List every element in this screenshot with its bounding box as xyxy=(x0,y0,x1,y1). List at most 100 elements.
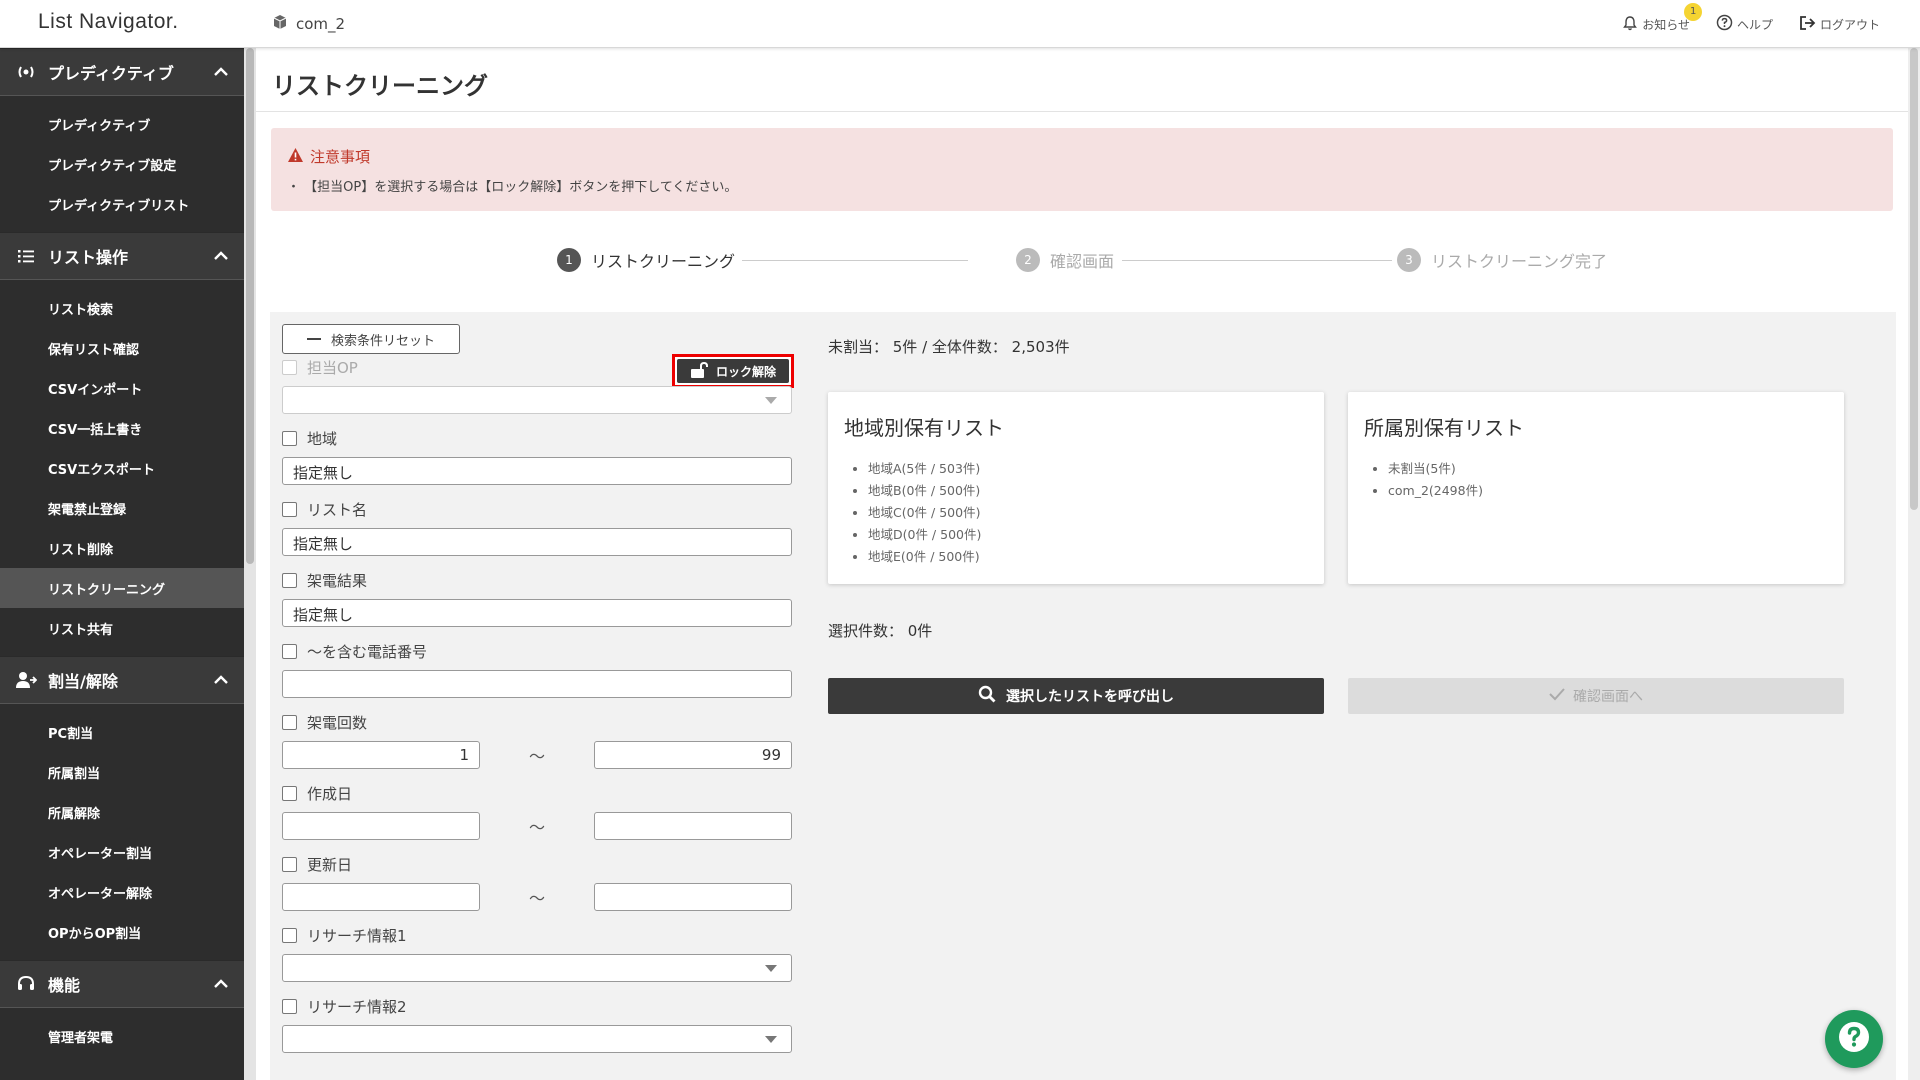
filter-call-count: 架電回数 1 〜 99 xyxy=(282,711,792,769)
filter-research2: リサーチ情報2 xyxy=(282,995,792,1053)
sidebar-item-predictive-settings[interactable]: プレディクティブ設定 xyxy=(0,144,244,184)
created-date-checkbox[interactable] xyxy=(282,785,297,801)
confirm-label: 確認画面へ xyxy=(1573,689,1643,705)
phone-contains-checkbox[interactable] xyxy=(282,643,297,659)
field-label: 担当OP xyxy=(307,358,358,377)
assignee-op-select[interactable] xyxy=(282,386,792,414)
notifications-button[interactable]: お知らせ 1 xyxy=(1622,2,1703,34)
list-item: 未割当(5件) xyxy=(1388,458,1483,480)
research1-checkbox[interactable] xyxy=(282,927,297,943)
card-title: 所属別保有リスト xyxy=(1364,416,1524,440)
sidebar-section-assign[interactable]: 割当/解除 xyxy=(0,656,244,704)
list-item: 地域D(0件 / 500件) xyxy=(868,524,981,546)
research2-select[interactable] xyxy=(282,1025,792,1053)
stepper: 1 リストクリーニング 2 確認画面 3 リストクリーニング完了 xyxy=(256,248,1908,278)
reset-filters-button[interactable]: 検索条件リセット xyxy=(282,324,460,354)
sidebar-item-operator-release[interactable]: オペレーター解除 xyxy=(0,872,244,912)
help-label: ヘルプ xyxy=(1736,17,1773,32)
sidebar-item-op-to-op[interactable]: OPからOP割当 xyxy=(0,912,244,952)
field-label: 更新日 xyxy=(307,855,353,874)
warning-icon xyxy=(287,147,304,167)
list-name-checkbox[interactable] xyxy=(282,501,297,517)
logout-label: ログアウト xyxy=(1819,17,1880,32)
page-title: リストクリーニング xyxy=(272,72,488,100)
list-item: 地域B(0件 / 500件) xyxy=(868,480,981,502)
sidebar-section-title: 機能 xyxy=(48,976,81,995)
chevron-up-icon xyxy=(212,247,230,269)
card-title: 地域別保有リスト xyxy=(844,416,1004,440)
call-result-checkbox[interactable] xyxy=(282,572,297,588)
question-circle-icon xyxy=(1716,14,1733,34)
check-icon xyxy=(1549,687,1565,705)
step-label: リストクリーニング完了 xyxy=(1431,252,1608,271)
list-name-select[interactable]: 指定無し xyxy=(282,528,792,556)
call-result-select[interactable]: 指定無し xyxy=(282,599,792,627)
go-to-confirm-button[interactable]: 確認画面へ xyxy=(1348,678,1844,714)
phone-contains-input[interactable] xyxy=(282,670,792,698)
call-selected-list-button[interactable]: 選択したリストを呼び出し xyxy=(828,678,1324,714)
sidebar-item-predictive[interactable]: プレディクティブ xyxy=(0,104,244,144)
region-select[interactable]: 指定無し xyxy=(282,457,792,485)
step-3: 3 リストクリーニング完了 xyxy=(1397,248,1607,272)
sidebar-item-csv-export[interactable]: CSVエクスポート xyxy=(0,448,244,488)
tenant-indicator: com_2 xyxy=(272,14,345,34)
help-fab-button[interactable] xyxy=(1825,1010,1883,1068)
updated-date-to-input[interactable] xyxy=(594,883,792,911)
research2-checkbox[interactable] xyxy=(282,998,297,1014)
region-list-card: 地域別保有リスト 地域A(5件 / 503件) 地域B(0件 / 500件) 地… xyxy=(828,392,1324,584)
sidebar-section-title: 割当/解除 xyxy=(48,672,118,691)
field-label: 架電結果 xyxy=(307,571,368,590)
region-checkbox[interactable] xyxy=(282,430,297,446)
sidebar-section-predictive[interactable]: プレディクティブ xyxy=(0,48,244,96)
sidebar-item-list-search[interactable]: リスト検索 xyxy=(0,288,244,328)
created-date-to-input[interactable] xyxy=(594,812,792,840)
sidebar-section-title: プレディクティブ xyxy=(48,64,174,83)
user-assign-icon xyxy=(14,671,38,689)
list-item: 地域C(0件 / 500件) xyxy=(868,502,981,524)
sidebar-section-features[interactable]: 機能 xyxy=(0,960,244,1008)
filter-call-result: 架電結果 指定無し xyxy=(282,569,792,627)
notice-text: ・ 【担当OP】を選択する場合は【ロック解除】ボタンを押下してください。 xyxy=(287,180,738,195)
sidebar-section-list-ops[interactable]: リスト操作 xyxy=(0,232,244,280)
sidebar-item-list-share[interactable]: リスト共有 xyxy=(0,608,244,648)
sidebar-item-list-cleaning[interactable]: リストクリーニング xyxy=(0,568,244,608)
sidebar-item-owned-list[interactable]: 保有リスト確認 xyxy=(0,328,244,368)
help-link[interactable]: ヘルプ xyxy=(1716,14,1773,34)
top-header: List Navigator. com_2 お知らせ 1 ヘルプ ログアウト xyxy=(0,0,1920,48)
sidebar-item-list-delete[interactable]: リスト削除 xyxy=(0,528,244,568)
sidebar-scrollbar[interactable] xyxy=(244,48,256,1080)
notification-count-badge: 1 xyxy=(1684,2,1703,21)
field-label: 〜を含む電話番号 xyxy=(307,642,428,661)
selected-count: 選択件数： 0件 xyxy=(828,622,933,640)
logout-icon xyxy=(1799,15,1816,34)
updated-date-checkbox[interactable] xyxy=(282,856,297,872)
chevron-up-icon xyxy=(212,975,230,997)
broadcast-icon xyxy=(14,63,38,81)
page-scrollbar[interactable] xyxy=(1908,48,1920,1080)
call-label: 選択したリストを呼び出し xyxy=(1006,689,1174,705)
sidebar: プレディクティブ プレディクティブ プレディクティブ設定 プレディクティブリスト… xyxy=(0,48,244,1080)
list-item: com_2(2498件) xyxy=(1388,480,1483,502)
sidebar-item-csv-import[interactable]: CSVインポート xyxy=(0,368,244,408)
sidebar-item-call-block[interactable]: 架電禁止登録 xyxy=(0,488,244,528)
notice-box: 注意事項 ・ 【担当OP】を選択する場合は【ロック解除】ボタンを押下してください… xyxy=(271,128,1893,211)
call-count-checkbox[interactable] xyxy=(282,714,297,730)
step-number: 2 xyxy=(1016,248,1040,272)
created-date-from-input[interactable] xyxy=(282,812,480,840)
logout-link[interactable]: ログアウト xyxy=(1799,15,1880,34)
sidebar-item-predictive-list[interactable]: プレディクティブリスト xyxy=(0,184,244,224)
updated-date-from-input[interactable] xyxy=(282,883,480,911)
call-count-from-input[interactable]: 1 xyxy=(282,741,480,769)
sidebar-item-dept-release[interactable]: 所属解除 xyxy=(0,792,244,832)
sidebar-item-dept-assign[interactable]: 所属割当 xyxy=(0,752,244,792)
range-separator: 〜 xyxy=(528,747,545,766)
sidebar-item-pc-assign[interactable]: PC割当 xyxy=(0,712,244,752)
sidebar-item-operator-assign[interactable]: オペレーター割当 xyxy=(0,832,244,872)
chevron-up-icon xyxy=(212,63,230,85)
assignee-op-checkbox[interactable] xyxy=(282,359,297,375)
call-count-to-input[interactable]: 99 xyxy=(594,741,792,769)
sidebar-item-csv-overwrite[interactable]: CSV一括上書き xyxy=(0,408,244,448)
list-icon xyxy=(14,248,38,264)
research1-select[interactable] xyxy=(282,954,792,982)
sidebar-item-admin-call[interactable]: 管理者架電 xyxy=(0,1016,244,1056)
